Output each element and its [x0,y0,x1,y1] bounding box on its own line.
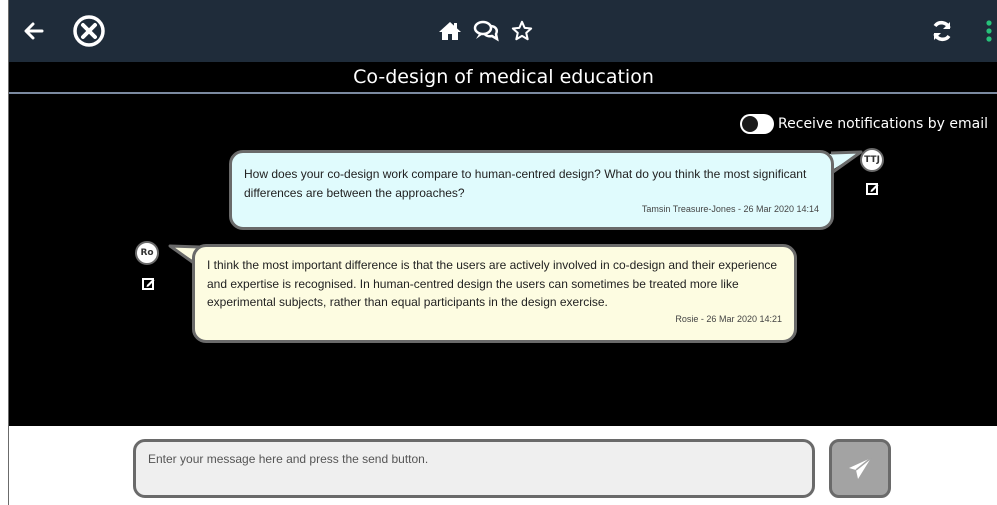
toggle-knob [742,116,759,132]
chat-message: I think the most important difference is… [192,244,797,343]
home-icon[interactable] [435,0,465,62]
notification-label: Receive notifications by email [778,116,988,132]
page-title: Co-design of medical education [353,66,654,88]
chat-message: How does your co-design work compare to … [229,150,834,230]
close-circle-icon[interactable] [69,0,109,62]
avatar: TTJ [860,148,884,172]
refresh-icon[interactable] [927,0,957,62]
more-icon[interactable] [983,0,995,62]
chat-icon[interactable] [471,0,501,62]
message-composer [9,426,997,505]
message-text: How does your co-design work compare to … [244,167,807,200]
edit-icon[interactable] [866,182,879,195]
edit-icon[interactable] [142,277,155,290]
top-toolbar [9,0,997,62]
app-frame: Co-design of medical education Receive n… [8,0,997,505]
message-meta: Tamsin Treasure-Jones - 26 Mar 2020 14:1… [641,204,819,214]
message-input[interactable] [133,439,815,498]
star-icon[interactable] [507,0,537,62]
paper-plane-icon [849,456,872,479]
chat-panel: Receive notifications by email How does … [9,94,997,426]
title-bar: Co-design of medical education [9,62,997,94]
back-arrow-icon[interactable] [19,0,49,62]
message-meta: Rosie - 26 Mar 2020 14:21 [675,313,782,324]
avatar: Ro [135,241,159,265]
message-text: I think the most important difference is… [207,258,778,309]
email-notification-toggle[interactable]: Receive notifications by email [740,114,988,134]
toggle-switch[interactable] [740,114,775,134]
send-button[interactable] [829,439,891,498]
